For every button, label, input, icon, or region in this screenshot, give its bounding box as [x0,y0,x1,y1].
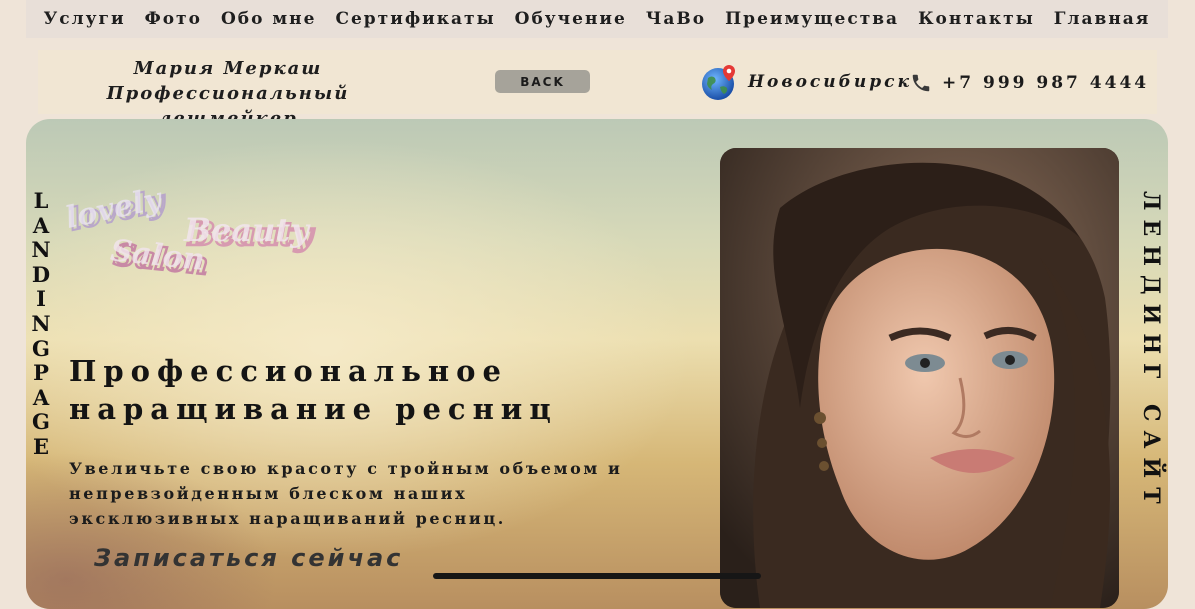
top-navigation: Услуги Фото Обо мне Сертификаты Обучение… [26,0,1168,38]
hero-subtitle: Увеличьте свою красоту с тройным объемом… [69,459,623,528]
info-bar: Мария Меркаш Профессиональный лешмейкер … [38,50,1157,129]
city-label: Новосибирск [748,72,912,92]
book-now-button[interactable]: Записаться сейчас [94,544,403,572]
phone-block[interactable]: +7 999 987 4444 [910,70,1149,96]
model-portrait-image [720,148,1119,608]
nav-item-faq[interactable]: ЧаВо [646,9,706,29]
vertical-label-right: ЛЕНДИНГ САЙТ [1138,191,1164,513]
vertical-letter: G [32,409,50,435]
phone-icon [912,74,930,92]
hero-title-line2: наращивание ресниц [69,392,558,426]
home-indicator-bar[interactable] [433,573,761,579]
nav-item-home[interactable]: Главная [1054,9,1151,29]
city-block: Новосибирск [700,63,912,101]
hero-section: L A N D I N G P A G E lovely lovely Beau… [26,119,1168,609]
hero-title-line1: Профессиональное [69,354,508,388]
nav-item-about[interactable]: Обо мне [221,9,316,29]
vertical-letter: P [33,360,49,386]
nav-item-photo[interactable]: Фото [145,9,202,29]
nav-item-contacts[interactable]: Контакты [918,9,1035,29]
globe-pin-icon [702,65,735,100]
vertical-letter: A [32,384,50,410]
vertical-letter: N [31,310,51,336]
back-button[interactable]: BACK [495,70,590,93]
phone-number[interactable]: +7 999 987 4444 [942,73,1149,93]
beauty-salon-logo: lovely lovely Beauty Beauty Salon Salon [62,181,316,284]
hero-photo [720,148,1119,608]
nav-item-certificates[interactable]: Сертификаты [335,9,495,29]
vertical-letter: I [36,286,46,312]
nav-item-services[interactable]: Услуги [44,9,126,29]
nav-item-training[interactable]: Обучение [515,9,627,29]
nav-item-advantages[interactable]: Преимущества [725,9,899,29]
brand-name: Мария Меркаш [133,58,323,79]
hero-title: Профессиональное наращивание ресниц [69,352,709,428]
vertical-letter: E [32,433,49,459]
vertical-letter: G [32,335,50,361]
